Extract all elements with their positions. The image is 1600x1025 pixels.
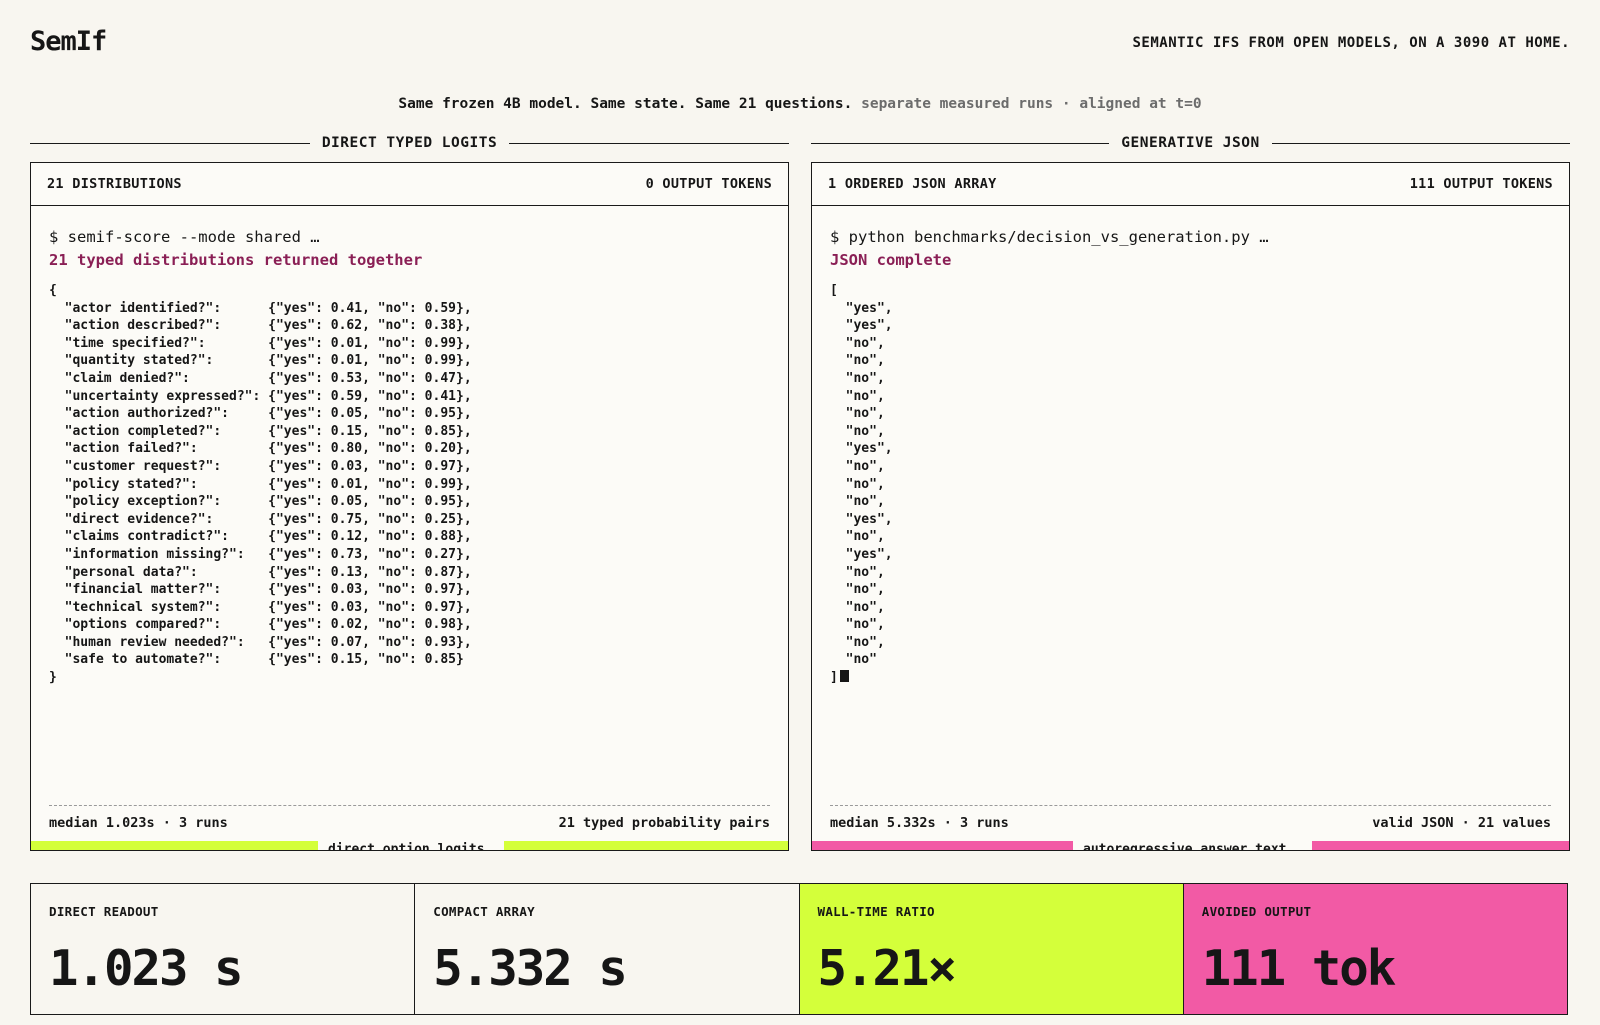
json-array-text: [ "yes", "yes", "no", "no", "no", "no", … <box>830 283 893 686</box>
metrics-strip: DIRECT READOUT 1.023 s COMPACT ARRAY 5.3… <box>30 883 1568 1015</box>
bar-tag: autoregressive answer text <box>1073 841 1312 850</box>
subtitle-strong: Same frozen 4B model. Same state. Same 2… <box>398 96 853 112</box>
subtitle-muted: separate measured runs · aligned at t=0 <box>861 96 1202 112</box>
panel-header-right: 111 OUTPUT TOKENS <box>1409 176 1553 192</box>
metric-value: 111 tok <box>1201 940 1397 997</box>
subtitle: Same frozen 4B model. Same state. Same 2… <box>0 96 1600 112</box>
distributions-json: { "actor identified?": {"yes": 0.41, "no… <box>49 283 472 686</box>
terminal-command: $ python benchmarks/decision_vs_generati… <box>830 228 1269 246</box>
terminal-output: $ python benchmarks/decision_vs_generati… <box>812 206 1569 687</box>
footer-summary: 21 typed probability pairs <box>558 815 770 831</box>
metric-wall-time-ratio: WALL-TIME RATIO 5.21× <box>799 884 1184 1014</box>
metric-label: COMPACT ARRAY <box>433 904 535 919</box>
metric-value: 5.21× <box>817 940 958 997</box>
tagline: SEMANTIC IFS FROM OPEN MODELS, ON A 3090… <box>1132 35 1570 51</box>
panel-header: 1 ORDERED JSON ARRAY 111 OUTPUT TOKENS <box>812 163 1569 206</box>
terminal-status: JSON complete <box>830 251 952 269</box>
metric-value: 1.023 s <box>49 940 244 997</box>
section-title-generative: GENERATIVE JSON <box>1121 135 1260 151</box>
panel-header-left: 1 ORDERED JSON ARRAY <box>828 176 997 192</box>
bar-tag: direct option logits <box>318 841 504 850</box>
generative-json-panel: 1 ORDERED JSON ARRAY 111 OUTPUT TOKENS $… <box>811 162 1570 851</box>
metric-compact-array: COMPACT ARRAY 5.332 s <box>415 884 800 1014</box>
metric-label: AVOIDED OUTPUT <box>1201 904 1312 919</box>
direct-logits-panel: 21 DISTRIBUTIONS 0 OUTPUT TOKENS $ semif… <box>30 162 789 851</box>
json-array-output: [ "yes", "yes", "no", "no", "no", "no", … <box>830 282 1551 687</box>
section-rule <box>811 142 1110 144</box>
section-rule <box>30 142 310 144</box>
terminal-output: $ semif-score --mode shared … 21 typed d… <box>31 206 788 687</box>
section-head-direct: DIRECT TYPED LOGITS <box>30 133 789 153</box>
footer-summary: valid JSON · 21 values <box>1372 815 1551 831</box>
footer-median: median 1.023s · 3 runs <box>49 815 228 831</box>
metric-direct-readout: DIRECT READOUT 1.023 s <box>31 884 416 1014</box>
progress-bar: direct option logits <box>31 841 788 850</box>
section-title-direct: DIRECT TYPED LOGITS <box>321 135 498 151</box>
progress-bar: autoregressive answer text <box>812 841 1569 850</box>
cursor-block <box>839 670 849 683</box>
section-rule <box>1271 142 1571 144</box>
metric-avoided-output: AVOIDED OUTPUT 111 tok <box>1183 884 1567 1014</box>
panel-header: 21 DISTRIBUTIONS 0 OUTPUT TOKENS <box>31 163 788 206</box>
metric-label: DIRECT READOUT <box>49 904 159 919</box>
metric-value: 5.332 s <box>433 940 628 997</box>
section-rule <box>509 142 789 144</box>
panel-header-right: 0 OUTPUT TOKENS <box>645 176 772 192</box>
metric-label: WALL-TIME RATIO <box>817 904 935 919</box>
section-head-generative: GENERATIVE JSON <box>811 133 1571 153</box>
panel-footer: median 5.332s · 3 runs valid JSON · 21 v… <box>830 805 1551 831</box>
panel-header-left: 21 DISTRIBUTIONS <box>47 176 182 192</box>
logo: SemIf <box>30 26 107 57</box>
panel-footer: median 1.023s · 3 runs 21 typed probabil… <box>49 805 770 831</box>
terminal-command: $ semif-score --mode shared … <box>49 228 320 246</box>
terminal-status: 21 typed distributions returned together <box>49 251 423 269</box>
footer-median: median 5.332s · 3 runs <box>830 815 1009 831</box>
